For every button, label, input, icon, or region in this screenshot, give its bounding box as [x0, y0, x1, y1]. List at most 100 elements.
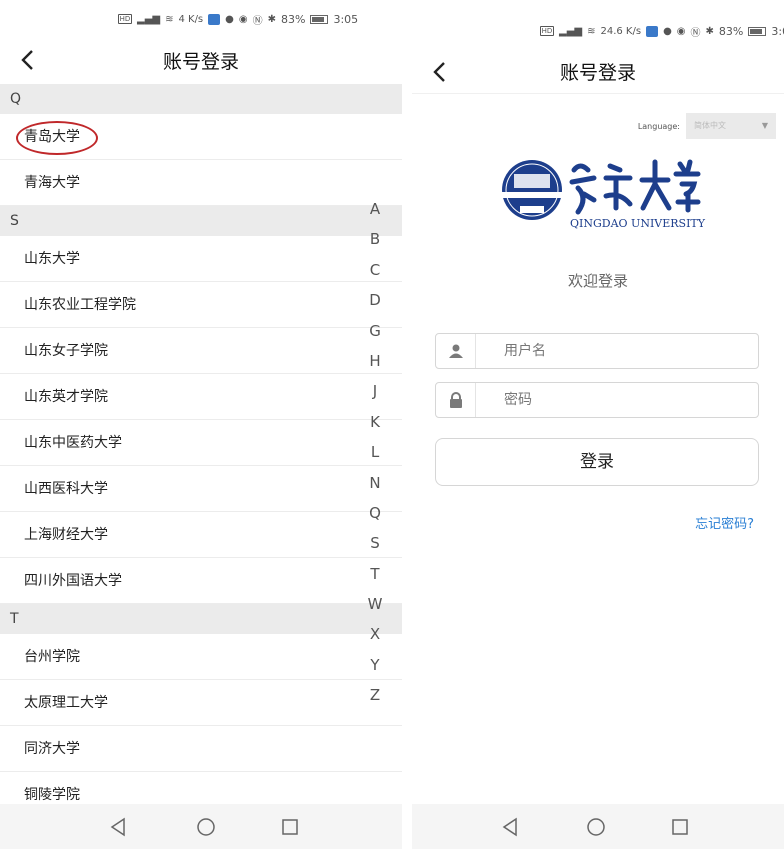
- index-letter[interactable]: Y: [360, 650, 390, 680]
- index-letter[interactable]: H: [360, 346, 390, 376]
- list-item-label: 山东女子学院: [24, 343, 108, 359]
- chevron-left-icon: [433, 62, 445, 82]
- back-button[interactable]: [14, 46, 40, 74]
- index-letter[interactable]: D: [360, 285, 390, 315]
- index-letter[interactable]: J: [360, 376, 390, 406]
- index-letter[interactable]: T: [360, 559, 390, 589]
- clock: 3:05: [333, 12, 359, 26]
- hd-icon: HD: [540, 26, 554, 36]
- user-icon: [436, 334, 476, 368]
- index-letter[interactable]: C: [360, 255, 390, 285]
- list-item[interactable]: 山东农业工程学院: [0, 282, 402, 328]
- index-letter[interactable]: Z: [360, 680, 390, 710]
- battery-percent: 83%: [281, 12, 306, 26]
- list-item-label: 山东大学: [24, 251, 80, 267]
- app-notification-icon: [208, 13, 221, 25]
- welcome-text: 欢迎登录: [567, 272, 628, 290]
- list-item[interactable]: 山东中医药大学: [0, 420, 402, 466]
- battery-icon: [310, 14, 329, 24]
- university-name-en: QINGDAO UNIVERSITY: [570, 217, 706, 230]
- list-item[interactable]: 山东女子学院: [0, 328, 402, 374]
- password-field[interactable]: [435, 382, 759, 418]
- login-screen: HD ▂▄▆ ≋ 24.6 K/s ● ◉ Ⓝ ✱ 83% 3:03 账号登录 …: [412, 0, 784, 849]
- eye-icon: ◉: [238, 13, 248, 25]
- clock: 3:03: [771, 24, 784, 38]
- chat-icon: ●: [225, 13, 234, 25]
- navigation-bar: [412, 804, 784, 849]
- list-item-label: 青海大学: [24, 175, 80, 191]
- index-letter[interactable]: L: [360, 437, 390, 467]
- dropdown-arrow-icon: ▼: [761, 121, 768, 130]
- list-item[interactable]: 山东英才学院: [0, 374, 402, 420]
- list-item-label: 上海财经大学: [24, 527, 108, 543]
- list-item[interactable]: 山西医科大学: [0, 466, 402, 512]
- home-circle-icon[interactable]: [585, 816, 607, 838]
- battery-icon: [748, 26, 767, 36]
- list-item[interactable]: 山东大学: [0, 236, 402, 282]
- list-item[interactable]: 同济大学: [0, 726, 402, 772]
- index-letter[interactable]: B: [360, 224, 390, 254]
- alphabet-index-bar[interactable]: ABCDGHJKLNQSTWXYZ: [360, 194, 390, 711]
- forgot-password-link[interactable]: 忘记密码?: [695, 513, 754, 532]
- hd-icon: HD: [118, 14, 132, 24]
- list-item-label: 山东中医药大学: [24, 435, 122, 451]
- username-field[interactable]: [435, 333, 759, 369]
- index-letter[interactable]: A: [360, 194, 390, 224]
- chat-icon: ●: [663, 25, 672, 37]
- list-item[interactable]: 青岛大学: [0, 114, 402, 160]
- list-item-label: 台州学院: [24, 649, 80, 665]
- home-circle-icon[interactable]: [195, 816, 217, 838]
- signal-icon: ▂▄▆: [137, 13, 161, 25]
- list-item-label: 太原理工大学: [24, 695, 108, 711]
- language-row: Language: 简体中文 ▼: [638, 113, 776, 139]
- recents-square-icon[interactable]: [279, 816, 301, 838]
- lock-icon: [436, 383, 476, 417]
- index-letter[interactable]: W: [360, 589, 390, 619]
- network-speed: 24.6 K/s: [600, 25, 642, 37]
- status-bar: HD ▂▄▆ ≋ 24.6 K/s ● ◉ Ⓝ ✱ 83% 3:03: [540, 14, 784, 48]
- bluetooth-icon: ✱: [267, 13, 277, 25]
- index-letter[interactable]: X: [360, 619, 390, 649]
- bluetooth-icon: ✱: [705, 25, 714, 37]
- list-item-label: 四川外国语大学: [24, 573, 122, 589]
- password-input[interactable]: [476, 383, 758, 417]
- section-header-s: S: [0, 206, 402, 236]
- index-letter[interactable]: S: [360, 528, 390, 558]
- language-select[interactable]: 简体中文 ▼: [686, 113, 776, 139]
- school-list: Q 青岛大学 青海大学 S 山东大学 山东农业工程学院 山东女子学院 山东英才学…: [0, 84, 402, 818]
- login-button[interactable]: 登录: [435, 438, 759, 486]
- status-bar: HD ▂▄▆ ≋ 4 K/s ● ◉ Ⓝ ✱ 83% 3:05: [118, 2, 358, 36]
- back-triangle-icon[interactable]: [108, 816, 130, 838]
- index-letter[interactable]: N: [360, 468, 390, 498]
- list-item-label: 同济大学: [24, 741, 80, 757]
- language-value: 简体中文: [694, 121, 726, 130]
- signal-icon: ▂▄▆: [559, 25, 583, 37]
- header: 账号登录: [0, 38, 402, 82]
- list-item[interactable]: 青海大学: [0, 160, 402, 206]
- chevron-left-icon: [21, 50, 33, 70]
- index-letter[interactable]: G: [360, 316, 390, 346]
- username-input[interactable]: [476, 334, 758, 368]
- list-item[interactable]: 太原理工大学: [0, 680, 402, 726]
- battery-percent: 83%: [718, 24, 744, 38]
- back-triangle-icon[interactable]: [500, 816, 522, 838]
- recents-square-icon[interactable]: [669, 816, 691, 838]
- list-item-label: 山东农业工程学院: [24, 297, 136, 313]
- nfc-icon: Ⓝ: [252, 15, 263, 27]
- back-button[interactable]: [426, 58, 452, 86]
- section-header-t: T: [0, 604, 402, 634]
- list-item[interactable]: 四川外国语大学: [0, 558, 402, 604]
- list-item[interactable]: 上海财经大学: [0, 512, 402, 558]
- index-letter[interactable]: K: [360, 407, 390, 437]
- wifi-icon: ≋: [587, 25, 596, 37]
- highlight-circle: [16, 121, 98, 155]
- index-letter[interactable]: Q: [360, 498, 390, 528]
- list-item[interactable]: 台州学院: [0, 634, 402, 680]
- wifi-icon: ≋: [165, 13, 174, 25]
- list-item-label: 山西医科大学: [24, 481, 108, 497]
- app-notification-icon: [646, 25, 659, 37]
- network-speed: 4 K/s: [178, 13, 204, 25]
- header: 账号登录: [412, 50, 784, 94]
- list-item-label: 铜陵学院: [24, 787, 80, 803]
- school-list-screen: HD ▂▄▆ ≋ 4 K/s ● ◉ Ⓝ ✱ 83% 3:05 账号登录 Q 青…: [0, 0, 402, 849]
